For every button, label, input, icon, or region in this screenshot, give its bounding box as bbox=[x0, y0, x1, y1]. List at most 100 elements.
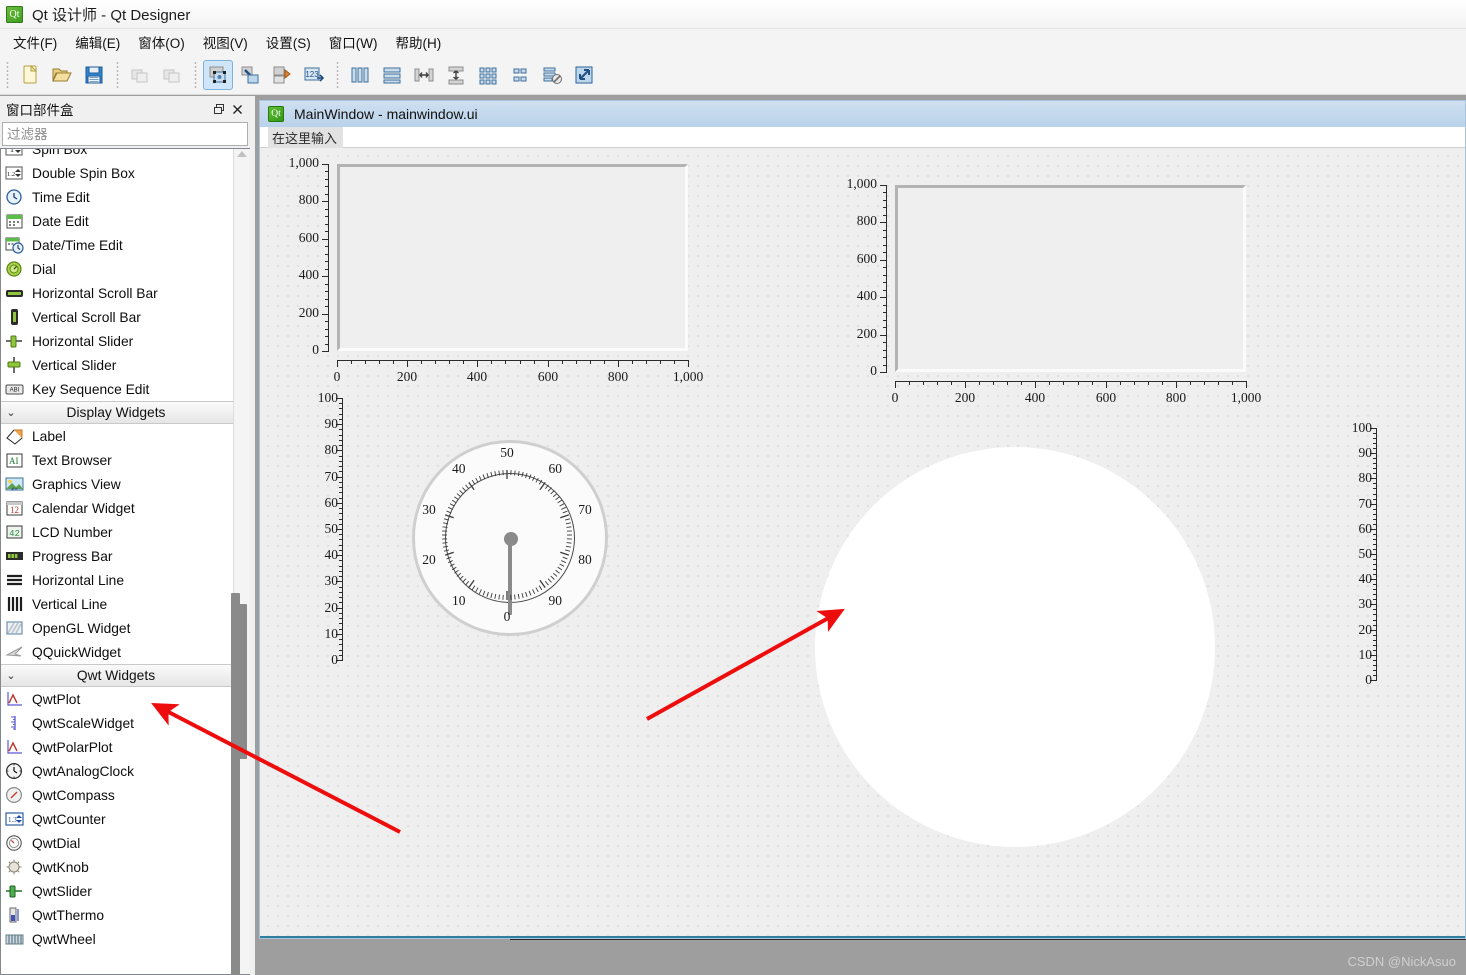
form-menu-placeholder[interactable]: 在这里输入 bbox=[268, 126, 344, 148]
widget-item-qquickwidget[interactable]: QQuickWidget bbox=[1, 640, 233, 664]
qwt-plot-2[interactable]: 0 200 400 600 800 1,000 0 200 400 600 800 1,000 bbox=[826, 176, 1262, 405]
svg-text:12: 12 bbox=[10, 505, 19, 515]
scale-tick-label: 80 bbox=[1358, 470, 1373, 485]
adjust-size-icon[interactable] bbox=[569, 60, 599, 90]
y-axis-tick-label: 800 bbox=[298, 192, 319, 207]
menu-view[interactable]: 视图(V) bbox=[194, 29, 257, 55]
x-axis-tick-label: 800 bbox=[607, 369, 629, 384]
scale-minor-tick bbox=[339, 587, 343, 588]
widget-category-display-widgets[interactable]: ⌄ Display Widgets bbox=[1, 401, 233, 424]
widget-item-qwtknob[interactable]: QwtKnob bbox=[1, 855, 233, 879]
widget-item-date-time-edit[interactable]: Date/Time Edit bbox=[1, 233, 233, 257]
menu-edit[interactable]: 编辑(E) bbox=[66, 29, 129, 55]
x-axis-minor-tick bbox=[909, 381, 910, 385]
widget-item-label: Vertical Slider bbox=[32, 357, 117, 373]
scale-minor-tick bbox=[339, 466, 343, 467]
widget-item-qwtslider[interactable]: QwtSlider bbox=[1, 879, 233, 903]
widget-item-double-spin-box[interactable]: 1.2 Double Spin Box bbox=[1, 161, 233, 185]
widget-item-qwtwheel[interactable]: QwtWheel bbox=[1, 927, 233, 951]
open-form-icon[interactable] bbox=[47, 60, 77, 90]
toolbar-handle[interactable] bbox=[113, 61, 121, 88]
widget-item-vertical-line[interactable]: Vertical Line bbox=[1, 592, 233, 616]
qwt-dial-tick-label: 90 bbox=[548, 593, 562, 609]
widget-item-horizontal-scroll-bar[interactable]: Horizontal Scroll Bar bbox=[1, 281, 233, 305]
widget-item-horizontal-slider[interactable]: Horizontal Slider bbox=[1, 329, 233, 353]
form-canvas: 0 200 400 600 800 1,000 0 200 400 600 800 1,000 02… bbox=[260, 148, 1465, 936]
edit-widgets-icon[interactable] bbox=[203, 59, 233, 90]
scale-tick-label: 40 bbox=[324, 547, 339, 562]
menu-form[interactable]: 窗体(O) bbox=[129, 29, 194, 55]
layout-splitter-v-icon[interactable] bbox=[441, 60, 471, 90]
save-form-icon[interactable] bbox=[79, 60, 109, 90]
qwt-compass[interactable] bbox=[815, 447, 1215, 847]
widget-item-progress-bar[interactable]: Progress Bar bbox=[1, 544, 233, 568]
scale-minor-tick bbox=[1373, 463, 1377, 464]
toolbar-handle[interactable] bbox=[3, 61, 11, 88]
edit-signals-slots-icon[interactable] bbox=[235, 60, 265, 90]
x-axis-line bbox=[895, 381, 1246, 382]
new-form-icon[interactable] bbox=[15, 60, 45, 90]
scale-minor-tick bbox=[1373, 549, 1377, 550]
qwt-dial[interactable]: 0 10 20 30 40 50 60 70 80 90 bbox=[412, 440, 608, 636]
widget-item-qwtdial[interactable]: QwtDial bbox=[1, 831, 233, 855]
menu-window[interactable]: 窗口(W) bbox=[320, 29, 387, 55]
x-axis-major-tick bbox=[548, 360, 549, 367]
layout-form-icon[interactable] bbox=[505, 60, 535, 90]
widget-item-qwtthermo[interactable]: QwtThermo bbox=[1, 903, 233, 927]
scale-tick-label: 100 bbox=[317, 390, 338, 405]
widget-item-label[interactable]: Label bbox=[1, 424, 233, 448]
x-axis-minor-tick bbox=[365, 360, 366, 364]
filter-input[interactable] bbox=[2, 122, 248, 146]
widget-item-qwtcompass[interactable]: QwtCompass bbox=[1, 783, 233, 807]
widget-item-time-edit[interactable]: Time Edit bbox=[1, 185, 233, 209]
form-menubar[interactable]: 在这里输入 bbox=[260, 126, 1465, 148]
scale-minor-tick bbox=[1373, 544, 1377, 545]
qwt-plot-1[interactable]: 0 200 400 600 800 1,000 0 200 400 600 800 1,000 bbox=[268, 155, 704, 384]
x-axis-minor-tick bbox=[1120, 381, 1121, 385]
toolbar-handle[interactable] bbox=[333, 61, 341, 88]
scale-minor-tick bbox=[339, 644, 343, 645]
y-axis-minor-tick bbox=[883, 342, 887, 343]
widget-box-title: 窗口部件盒 bbox=[6, 103, 74, 118]
layout-horizontally-icon[interactable] bbox=[345, 60, 375, 90]
form-area-scrollbar[interactable] bbox=[228, 96, 246, 975]
widget-item-calendar-widget[interactable]: 12 Calendar Widget bbox=[1, 496, 233, 520]
widget-item-text-browser[interactable]: AI Text Browser bbox=[1, 448, 233, 472]
x-axis-line bbox=[337, 360, 688, 361]
x-axis-tick-label: 0 bbox=[891, 390, 899, 405]
widget-item-graphics-view[interactable]: abc Graphics View bbox=[1, 472, 233, 496]
widget-item-horizontal-line[interactable]: Horizontal Line bbox=[1, 568, 233, 592]
toolbar-handle[interactable] bbox=[191, 61, 199, 88]
widget-item-qwtscalewidget[interactable]: QwtScaleWidget bbox=[1, 711, 233, 735]
widget-item-qwtplot[interactable]: QwtPlot bbox=[1, 687, 233, 711]
scale-minor-tick bbox=[339, 487, 343, 488]
form-area-scroll-thumb[interactable] bbox=[231, 593, 240, 975]
widget-item-key-sequence-edit[interactable]: ABI Key Sequence Edit bbox=[1, 377, 233, 401]
widget-item-date-edit[interactable]: Date Edit bbox=[1, 209, 233, 233]
layout-grid-icon[interactable] bbox=[473, 60, 503, 90]
y-axis-minor-tick bbox=[883, 312, 887, 313]
widget-item-qwtcounter[interactable]: 1.3 QwtCounter bbox=[1, 807, 233, 831]
widget-item-opengl-widget[interactable]: OpenGL Widget bbox=[1, 616, 233, 640]
widget-item-lcd-number[interactable]: 42 LCD Number bbox=[1, 520, 233, 544]
break-layout-icon[interactable] bbox=[537, 60, 567, 90]
layout-vertically-icon[interactable] bbox=[377, 60, 407, 90]
widget-item-vertical-scroll-bar[interactable]: Vertical Scroll Bar bbox=[1, 305, 233, 329]
qwt-scale-widget-right[interactable]: 100 90 80 70 60 50 40 30 20 10 0 bbox=[1351, 420, 1387, 687]
menu-settings[interactable]: 设置(S) bbox=[257, 29, 320, 55]
layout-splitter-h-icon[interactable] bbox=[409, 60, 439, 90]
qwt-scale-widget-left[interactable]: 100 90 80 70 60 50 40 30 20 10 0 bbox=[317, 390, 353, 667]
widget-item-dial[interactable]: Dial bbox=[1, 257, 233, 281]
restore-icon[interactable] bbox=[210, 100, 228, 118]
menu-file[interactable]: 文件(F) bbox=[4, 29, 66, 55]
y-axis-minor-tick bbox=[883, 200, 887, 201]
widget-item-qwtpolarplot[interactable]: QwtPolarPlot bbox=[1, 735, 233, 759]
edit-buddies-icon[interactable] bbox=[267, 60, 297, 90]
edit-tab-order-icon[interactable]: 123 bbox=[299, 60, 329, 90]
widget-item-qwtanalogclock[interactable]: QwtAnalogClock bbox=[1, 759, 233, 783]
widget-list: 1 Spin Box 1.2 Double Spin Box Time Edit Date… bbox=[0, 148, 250, 975]
widget-item-spin-box[interactable]: 1 Spin Box bbox=[1, 149, 233, 161]
menu-help[interactable]: 帮助(H) bbox=[386, 29, 450, 55]
widget-item-vertical-slider[interactable]: Vertical Slider bbox=[1, 353, 233, 377]
widget-category-qwt-widgets[interactable]: ⌄ Qwt Widgets bbox=[1, 664, 233, 687]
